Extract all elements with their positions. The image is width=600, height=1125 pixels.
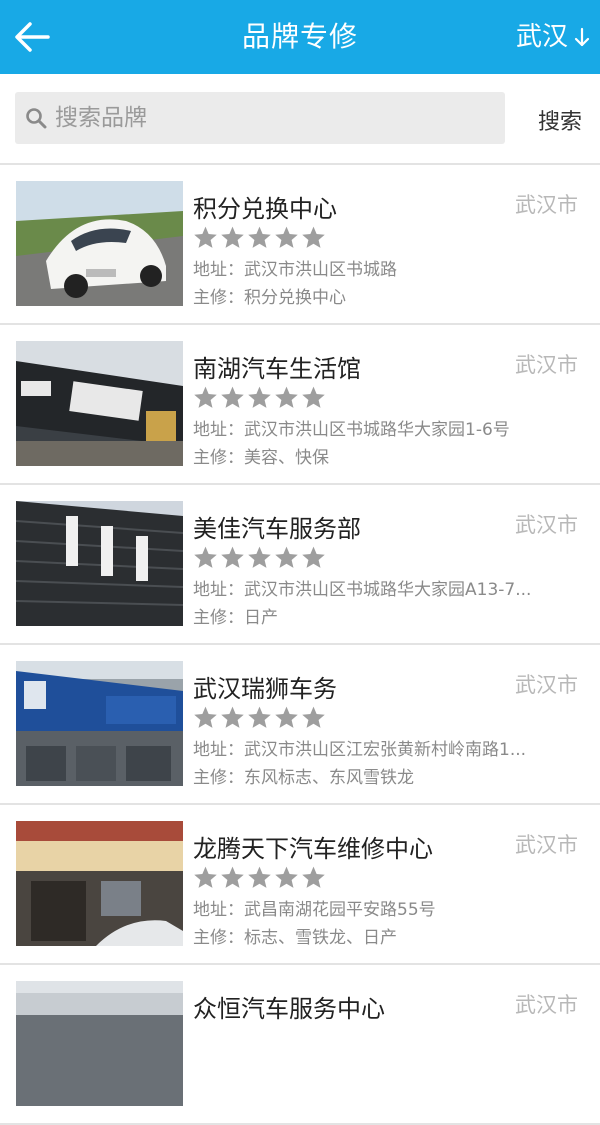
list-item[interactable]: 南湖汽车生活馆 武汉市 地址：武汉市洪山区书城路华大家园1-6号 主修：美容、快… <box>0 325 600 485</box>
star-icon <box>194 226 217 248</box>
rating-stars <box>193 225 328 250</box>
shop-name: 龙腾天下汽车维修中心 <box>193 835 433 863</box>
city-selector[interactable]: 武汉 <box>516 17 592 57</box>
shop-address: 地址：武昌南湖花园平安路55号 <box>193 900 436 920</box>
shop-city: 武汉市 <box>515 353 578 377</box>
shop-city: 武汉市 <box>515 513 578 537</box>
star-icon <box>302 706 325 728</box>
shop-name: 武汉瑞狮车务 <box>193 675 337 703</box>
star-icon <box>302 386 325 408</box>
star-icon <box>248 226 271 248</box>
shop-specialty: 主修：日产 <box>193 608 278 628</box>
white-sports-car-photo <box>16 181 183 306</box>
star-icon <box>194 546 217 568</box>
search-icon <box>26 108 47 129</box>
shop-address: 地址：武汉市洪山区书城路华大家园1-6号 <box>193 420 510 440</box>
star-icon <box>302 546 325 568</box>
list-item[interactable]: 积分兑换中心 武汉市 地址：武汉市洪山区书城路 主修：积分兑换中心 <box>0 165 600 325</box>
star-icon <box>221 226 244 248</box>
star-icon <box>194 386 217 408</box>
shop-city: 武汉市 <box>515 833 578 857</box>
star-icon <box>302 226 325 248</box>
star-icon <box>248 386 271 408</box>
page-title: 品牌专修 <box>241 20 358 53</box>
search-input[interactable] <box>53 95 487 141</box>
storefront-sign-photo <box>16 341 183 466</box>
city-label: 武汉 <box>515 22 568 52</box>
shop-city: 武汉市 <box>515 193 578 217</box>
shop-city: 武汉市 <box>515 993 578 1017</box>
rating-stars <box>193 545 328 570</box>
shop-name: 积分兑换中心 <box>193 195 337 223</box>
shop-city: 武汉市 <box>515 673 578 697</box>
star-icon <box>275 226 298 248</box>
star-icon <box>302 866 325 888</box>
shop-address: 地址：武汉市洪山区书城路 <box>193 260 397 280</box>
star-icon <box>248 706 271 728</box>
shop-specialty: 主修：东风标志、东风雪铁龙 <box>193 768 414 788</box>
list-item[interactable]: 武汉瑞狮车务 武汉市 地址：武汉市洪山区江宏张黄新村岭南路1... 主修：东风标… <box>0 645 600 805</box>
rating-stars <box>193 705 328 730</box>
list-item[interactable]: 众恒汽车服务中心 武汉市 <box>0 965 600 1125</box>
star-icon <box>248 546 271 568</box>
star-icon <box>221 546 244 568</box>
shop-name: 南湖汽车生活馆 <box>193 355 361 383</box>
rating-stars <box>193 385 328 410</box>
list-item[interactable]: 美佳汽车服务部 武汉市 地址：武汉市洪山区书城路华大家园A13-7... 主修：… <box>0 485 600 645</box>
star-icon <box>194 866 217 888</box>
shop-specialty: 主修：标志、雪铁龙、日产 <box>193 928 397 948</box>
shop-specialty: 主修：美容、快保 <box>193 448 329 468</box>
star-icon <box>275 546 298 568</box>
star-icon <box>275 706 298 728</box>
search-button[interactable]: 搜索 <box>538 104 582 136</box>
shop-specialty: 主修：积分兑换中心 <box>193 288 346 308</box>
star-icon <box>275 386 298 408</box>
arrow-down-icon <box>574 27 590 47</box>
repair-shop-photo <box>16 821 183 946</box>
storefront-photo <box>16 981 183 1106</box>
star-icon <box>221 866 244 888</box>
shop-name: 美佳汽车服务部 <box>193 515 361 543</box>
star-icon <box>248 866 271 888</box>
shop-address: 地址：武汉市洪山区江宏张黄新村岭南路1... <box>193 740 527 760</box>
search-bar: 搜索 <box>0 74 600 164</box>
star-icon <box>221 386 244 408</box>
star-icon <box>275 866 298 888</box>
star-icon <box>221 706 244 728</box>
search-box[interactable] <box>15 92 505 144</box>
storefront-sign-photo <box>16 501 183 626</box>
star-icon <box>194 706 217 728</box>
list-item[interactable]: 龙腾天下汽车维修中心 武汉市 地址：武昌南湖花园平安路55号 主修：标志、雪铁龙… <box>0 805 600 965</box>
shop-list: 积分兑换中心 武汉市 地址：武汉市洪山区书城路 主修：积分兑换中心 南湖汽车生活… <box>0 165 600 1125</box>
peugeot-storefront-photo <box>16 661 183 786</box>
rating-stars <box>193 865 328 890</box>
shop-address: 地址：武汉市洪山区书城路华大家园A13-7... <box>193 580 532 600</box>
app-header: 品牌专修 武汉 <box>0 0 600 74</box>
